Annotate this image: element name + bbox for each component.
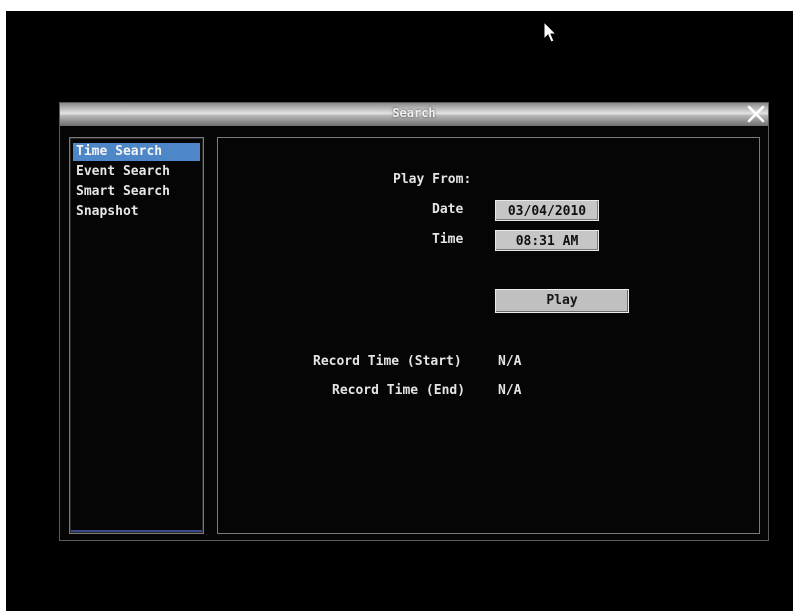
sidebar-item-event-search[interactable]: Event Search: [73, 163, 200, 181]
record-start-label: Record Time (Start): [313, 354, 462, 369]
date-field[interactable]: 03/04/2010: [495, 200, 599, 221]
sidebar-item-label: Time Search: [76, 144, 163, 159]
record-start-value: N/A: [498, 354, 522, 369]
sidebar-item-smart-search[interactable]: Smart Search: [73, 183, 200, 201]
time-field[interactable]: 08:31 AM: [495, 230, 599, 251]
date-label: Date: [432, 202, 464, 217]
play-button[interactable]: Play: [495, 289, 629, 313]
sidebar-item-label: Event Search: [76, 164, 170, 179]
sidebar-item-snapshot[interactable]: Snapshot: [73, 203, 200, 221]
record-end-label: Record Time (End): [332, 383, 466, 398]
mouse-pointer-icon: [543, 21, 558, 43]
search-menu: Time Search Event Search Smart Search Sn…: [69, 137, 204, 534]
sidebar-bottom-edge: [71, 530, 202, 532]
play-from-label: Play From:: [393, 172, 472, 187]
close-icon[interactable]: [746, 104, 766, 124]
dialog-title: Search: [392, 106, 436, 120]
sidebar-item-label: Snapshot: [76, 204, 139, 219]
sidebar-item-label: Smart Search: [76, 184, 170, 199]
time-label: Time: [432, 232, 464, 247]
dvr-screen: Search Time Search Event Search Smart Se…: [6, 11, 793, 611]
time-search-panel: Play From: Date 03/04/2010 Time 08:31 AM…: [217, 137, 760, 534]
dialog-titlebar: Search: [60, 103, 768, 126]
search-dialog: Search Time Search Event Search Smart Se…: [59, 102, 769, 541]
record-end-value: N/A: [498, 383, 522, 398]
sidebar-item-time-search[interactable]: Time Search: [73, 143, 200, 161]
